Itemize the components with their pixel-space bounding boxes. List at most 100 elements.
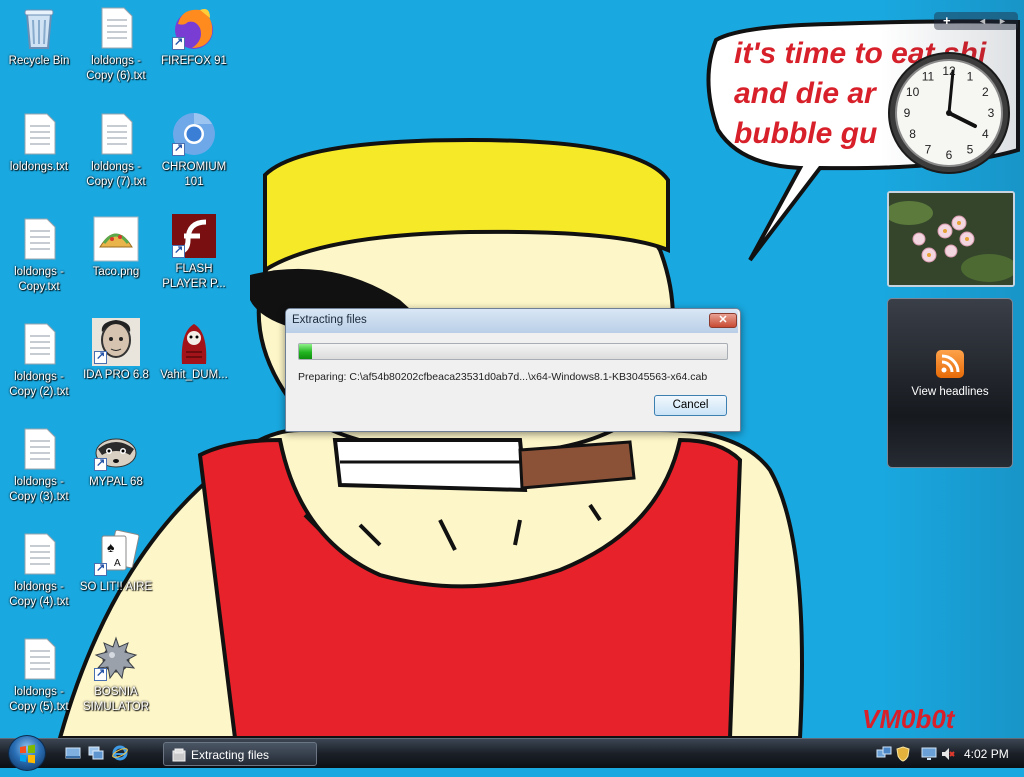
clock-number: 4 <box>982 127 989 141</box>
text-file-icon <box>15 215 63 263</box>
clock-number: 2 <box>982 85 989 99</box>
switch-windows-icon[interactable] <box>88 745 104 761</box>
security-shield-tray-icon[interactable] <box>895 746 911 762</box>
shortcut-arrow-icon <box>94 456 107 471</box>
shortcut-arrow-icon <box>94 349 107 364</box>
display-tray-icon[interactable] <box>921 746 937 762</box>
shortcut-arrow-icon <box>172 141 185 156</box>
taskbar-button-extracting-files[interactable]: Extracting files <box>163 742 317 766</box>
taskbar-clock[interactable]: 4:02 PM <box>964 747 1009 761</box>
desktop-icon-mypal[interactable]: MYPAL 68 <box>78 425 154 490</box>
desktop-icon-recycle-bin[interactable]: Recycle Bin <box>1 4 77 69</box>
internet-explorer-icon[interactable] <box>112 745 128 761</box>
feed-headlines-gadget[interactable]: View headlines <box>887 298 1013 468</box>
gadget-prev-button[interactable]: ◄ <box>978 16 987 26</box>
text-file-icon <box>15 110 63 158</box>
desktop-icon-loldongs-copy-7[interactable]: loldongs - Copy (7).txt <box>78 110 154 190</box>
cancel-button[interactable]: Cancel <box>654 395 727 416</box>
desktop-icon-flash-player[interactable]: FLASH PLAYER P... <box>156 212 232 292</box>
shortcut-arrow-icon <box>94 666 107 681</box>
taskbar-button-label: Extracting files <box>191 748 270 762</box>
desktop-icon-label: Taco.png <box>92 266 140 278</box>
desktop-icon-bosnia-simulator[interactable]: BOSNIA SIMULATOR <box>78 635 154 715</box>
clock-number: 10 <box>906 85 920 99</box>
extract-archive-icon <box>172 748 186 762</box>
start-button[interactable] <box>8 735 46 771</box>
recycle-bin-icon <box>15 4 63 52</box>
desktop-icon-loldongs-copy-3[interactable]: loldongs - Copy (3).txt <box>1 425 77 505</box>
shortcut-arrow-icon <box>172 243 185 258</box>
taco-image-icon <box>92 215 140 263</box>
shortcut-arrow-icon <box>172 35 185 50</box>
text-file-icon <box>15 425 63 473</box>
desktop-icon-label: SO LIT!! AIRE <box>79 581 153 593</box>
desktop-icon-loldongs-txt[interactable]: loldongs.txt <box>1 110 77 175</box>
flower-photo <box>889 193 1013 285</box>
desktop-icon-label: FLASH PLAYER P... <box>162 263 226 290</box>
text-file-icon <box>92 110 140 158</box>
desktop-icon-loldongs-copy-2[interactable]: loldongs - Copy (2).txt <box>1 320 77 400</box>
extracting-files-dialog: Extracting files ✕ Preparing: C:\af54b80… <box>285 308 741 432</box>
svg-text:♠: ♠ <box>107 539 115 555</box>
rss-feed-icon <box>936 350 964 378</box>
windows-logo-icon <box>20 744 35 764</box>
gadget-toolbar: + ◄ ► <box>934 12 1018 30</box>
mouth <box>332 438 528 493</box>
extraction-status-text: Preparing: C:\af54b80202cfbeaca23531d0ab… <box>298 371 708 383</box>
desktop-icon-chromium[interactable]: CHROMIUM 101 <box>156 110 232 190</box>
clock-number: 5 <box>967 142 974 156</box>
dialog-titlebar[interactable]: Extracting files ✕ <box>286 309 738 333</box>
desktop-icon-loldongs-copy-6[interactable]: loldongs - Copy (6).txt <box>78 4 154 84</box>
desktop-icon-loldongs-copy-4[interactable]: loldongs - Copy (4).txt <box>1 530 77 610</box>
svg-text:A: A <box>114 558 121 569</box>
desktop-icon-label: loldongs - Copy (6).txt <box>86 55 146 82</box>
desktop-icon-vahit[interactable]: Vahit_DUM... <box>156 318 232 383</box>
desktop-icon-label: MYPAL 68 <box>89 476 143 488</box>
gadget-next-button[interactable]: ► <box>998 16 1007 26</box>
clock-number: 11 <box>922 70 935 84</box>
clock-gadget[interactable]: 12 1234567891011 <box>886 50 1012 176</box>
slideshow-gadget[interactable] <box>887 191 1015 287</box>
desktop-icon-solitaire[interactable]: ♠ A SO LIT!! AIRE <box>78 529 154 595</box>
clock-number: 6 <box>946 148 953 162</box>
desktop-icon-label: CHROMIUM 101 <box>161 161 227 188</box>
chromium-icon <box>170 110 218 158</box>
vahit-icon <box>170 318 218 366</box>
desktop-icon-label: Recycle Bin <box>8 55 70 67</box>
shortcut-arrow-icon <box>94 561 107 576</box>
desktop-icon-label: Vahit_DUM... <box>160 369 228 381</box>
text-file-icon <box>92 4 140 52</box>
clock-number: 1 <box>967 70 974 84</box>
desktop-icon-label: loldongs - Copy (5).txt <box>9 686 69 713</box>
flash-player-icon <box>170 212 218 260</box>
desktop-icon-label: loldongs - Copy (3).txt <box>9 476 69 503</box>
close-button[interactable]: ✕ <box>709 313 737 328</box>
view-headlines-link[interactable]: View headlines <box>888 386 1012 398</box>
network-tray-icon[interactable] <box>876 746 892 762</box>
desktop-icon-firefox[interactable]: FIREFOX 91 <box>156 4 232 69</box>
volume-muted-icon[interactable] <box>940 746 956 762</box>
show-desktop-icon[interactable] <box>65 745 81 761</box>
dialog-title: Extracting files <box>292 314 367 326</box>
desktop-icon-label: FIREFOX 91 <box>161 55 227 67</box>
desktop-icon-loldongs-copy-5[interactable]: loldongs - Copy (5).txt <box>1 635 77 715</box>
desktop-icon-taco-png[interactable]: Taco.png <box>78 215 154 280</box>
taskbar: Extracting files 4:02 PM <box>0 735 1024 771</box>
text-file-icon <box>15 530 63 578</box>
progress-fill <box>299 344 312 359</box>
speech-line-3: bubble gu <box>734 117 877 150</box>
clock-number: 3 <box>988 106 995 120</box>
desktop-icon-label: BOSNIA SIMULATOR <box>82 686 150 713</box>
text-file-icon <box>15 320 63 368</box>
clock-number: 8 <box>909 127 916 141</box>
desktop-icon-ida-pro[interactable]: IDA PRO 6.8 <box>78 318 154 383</box>
extraction-progress-bar <box>298 343 728 360</box>
desktop-icon-label: loldongs - Copy (7).txt <box>86 161 146 188</box>
add-gadget-button[interactable]: + <box>943 13 951 28</box>
speech-line-2: and die ar <box>734 77 878 110</box>
bosnia-simulator-icon <box>92 635 140 683</box>
desktop-icon-label: IDA PRO 6.8 <box>83 369 149 381</box>
desktop-icon-loldongs-copy[interactable]: loldongs - Copy.txt <box>1 215 77 295</box>
text-file-icon <box>15 635 63 683</box>
desktop-icon-label: loldongs - Copy (4).txt <box>9 581 69 608</box>
